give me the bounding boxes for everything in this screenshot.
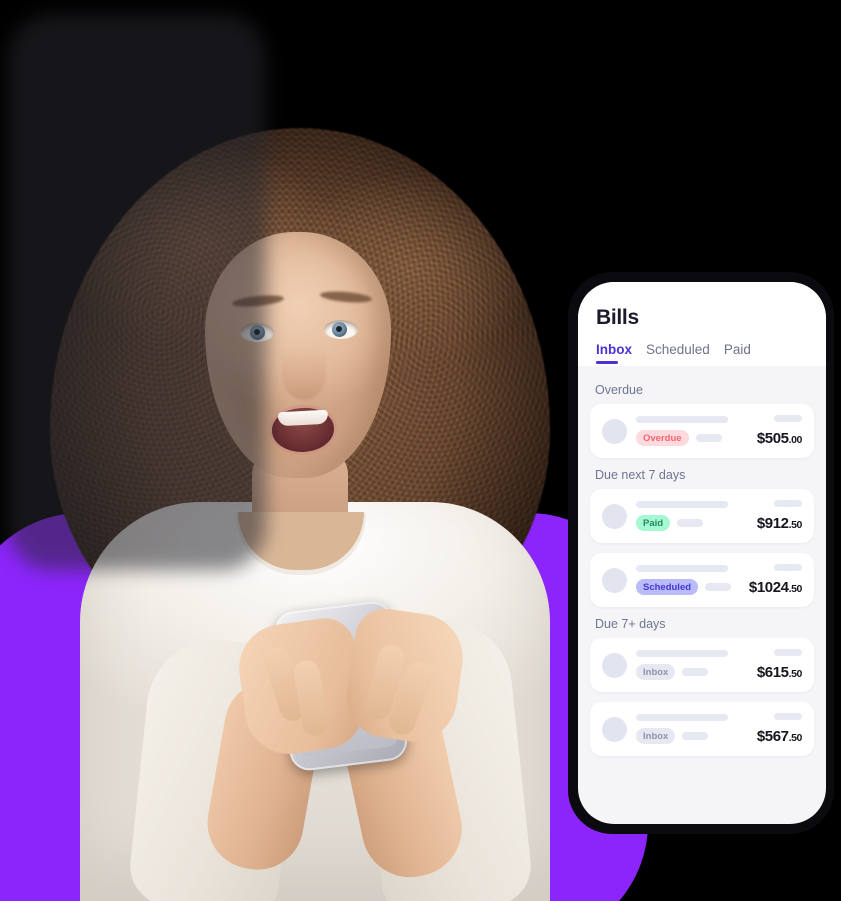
tab-bar: Inbox Scheduled Paid (596, 342, 808, 366)
skeleton-date-bar (774, 649, 802, 657)
amount-cents: .50 (788, 583, 803, 596)
phone-screen: Bills Inbox Scheduled Paid Overdue Overd… (578, 282, 826, 824)
bill-details: Scheduled (636, 565, 740, 596)
avatar (602, 503, 627, 529)
skeleton-title-bar (636, 714, 728, 722)
app-header: Bills Inbox Scheduled Paid (578, 282, 826, 367)
amount-main: $567 (756, 728, 789, 746)
amount-main: $505 (756, 430, 789, 448)
pupil-right (336, 326, 342, 332)
bill-amount: $615.50 (756, 664, 803, 682)
nose (282, 348, 326, 400)
teeth (277, 409, 329, 427)
bill-row[interactable]: Paid $912.50 (590, 489, 814, 544)
amount-main: $615 (756, 664, 789, 682)
amount-cents: .50 (788, 668, 803, 681)
page-title: Bills (596, 306, 639, 329)
status-badge: Paid (636, 515, 671, 532)
scene-root: Bills Inbox Scheduled Paid Overdue Overd… (0, 0, 841, 901)
bill-amount: $912.50 (756, 515, 803, 533)
skeleton-date-bar (774, 500, 802, 508)
amount-cents: .50 (788, 519, 803, 532)
bill-amount-area: $615.50 (757, 649, 802, 681)
badge-row: Inbox (636, 728, 748, 745)
skeleton-title-bar (636, 565, 728, 573)
bill-amount-area: $505.00 (757, 415, 802, 447)
amount-main: $912 (756, 515, 789, 533)
status-badge: Inbox (636, 728, 676, 745)
skeleton-date-bar (774, 713, 802, 721)
skeleton-meta-pill (705, 583, 732, 592)
bill-amount-area: $912.50 (757, 500, 802, 532)
status-badge: Scheduled (636, 579, 699, 596)
bill-details: Inbox (636, 714, 748, 745)
bill-amount: $1024.50 (748, 579, 803, 597)
phone-mockup: Bills Inbox Scheduled Paid Overdue Overd… (568, 272, 834, 834)
tab-scheduled[interactable]: Scheduled (646, 342, 710, 366)
amount-cents: .50 (788, 732, 803, 745)
bills-list: Overdue Overdue $505.00 Due next 7 days … (578, 366, 826, 757)
bill-row[interactable]: Scheduled $1024.50 (590, 553, 814, 608)
status-badge: Inbox (636, 664, 676, 681)
section-header-due-7-plus-days: Due 7+ days (595, 617, 666, 632)
phone-drop-shadow (8, 14, 266, 570)
skeleton-title-bar (636, 501, 728, 509)
avatar (602, 716, 627, 742)
bill-details: Inbox (636, 650, 748, 681)
skeleton-meta-pill (677, 519, 704, 528)
bill-details: Paid (636, 501, 748, 532)
bill-row[interactable]: Inbox $567.50 (590, 702, 814, 757)
amount-main: $1024 (748, 579, 789, 597)
tab-inbox[interactable]: Inbox (596, 342, 632, 366)
bill-amount: $567.50 (756, 728, 803, 746)
section-header-due-next-7-days: Due next 7 days (595, 468, 686, 483)
tab-paid[interactable]: Paid (724, 342, 751, 366)
avatar (602, 418, 627, 444)
bill-details: Overdue (636, 416, 748, 447)
phone-bezel: Bills Inbox Scheduled Paid Overdue Overd… (568, 272, 834, 834)
bill-row[interactable]: Inbox $615.50 (590, 638, 814, 693)
bill-row[interactable]: Overdue $505.00 (590, 404, 814, 459)
skeleton-meta-pill (695, 434, 722, 443)
badge-row: Paid (636, 515, 748, 532)
status-badge: Overdue (636, 430, 689, 447)
bill-amount-area: $567.50 (757, 713, 802, 745)
bill-amount-area: $1024.50 (749, 564, 802, 596)
skeleton-date-bar (774, 564, 802, 572)
section-header-overdue: Overdue (595, 383, 643, 398)
badge-row: Scheduled (636, 579, 740, 596)
skeleton-meta-pill (682, 732, 709, 741)
badge-row: Inbox (636, 664, 748, 681)
skeleton-meta-pill (682, 668, 709, 677)
skeleton-title-bar (636, 416, 728, 424)
badge-row: Overdue (636, 430, 748, 447)
avatar (602, 652, 627, 678)
bill-amount: $505.00 (756, 430, 803, 448)
skeleton-date-bar (774, 415, 802, 423)
avatar (602, 567, 627, 593)
skeleton-title-bar (636, 650, 728, 658)
amount-cents: .00 (788, 434, 803, 447)
